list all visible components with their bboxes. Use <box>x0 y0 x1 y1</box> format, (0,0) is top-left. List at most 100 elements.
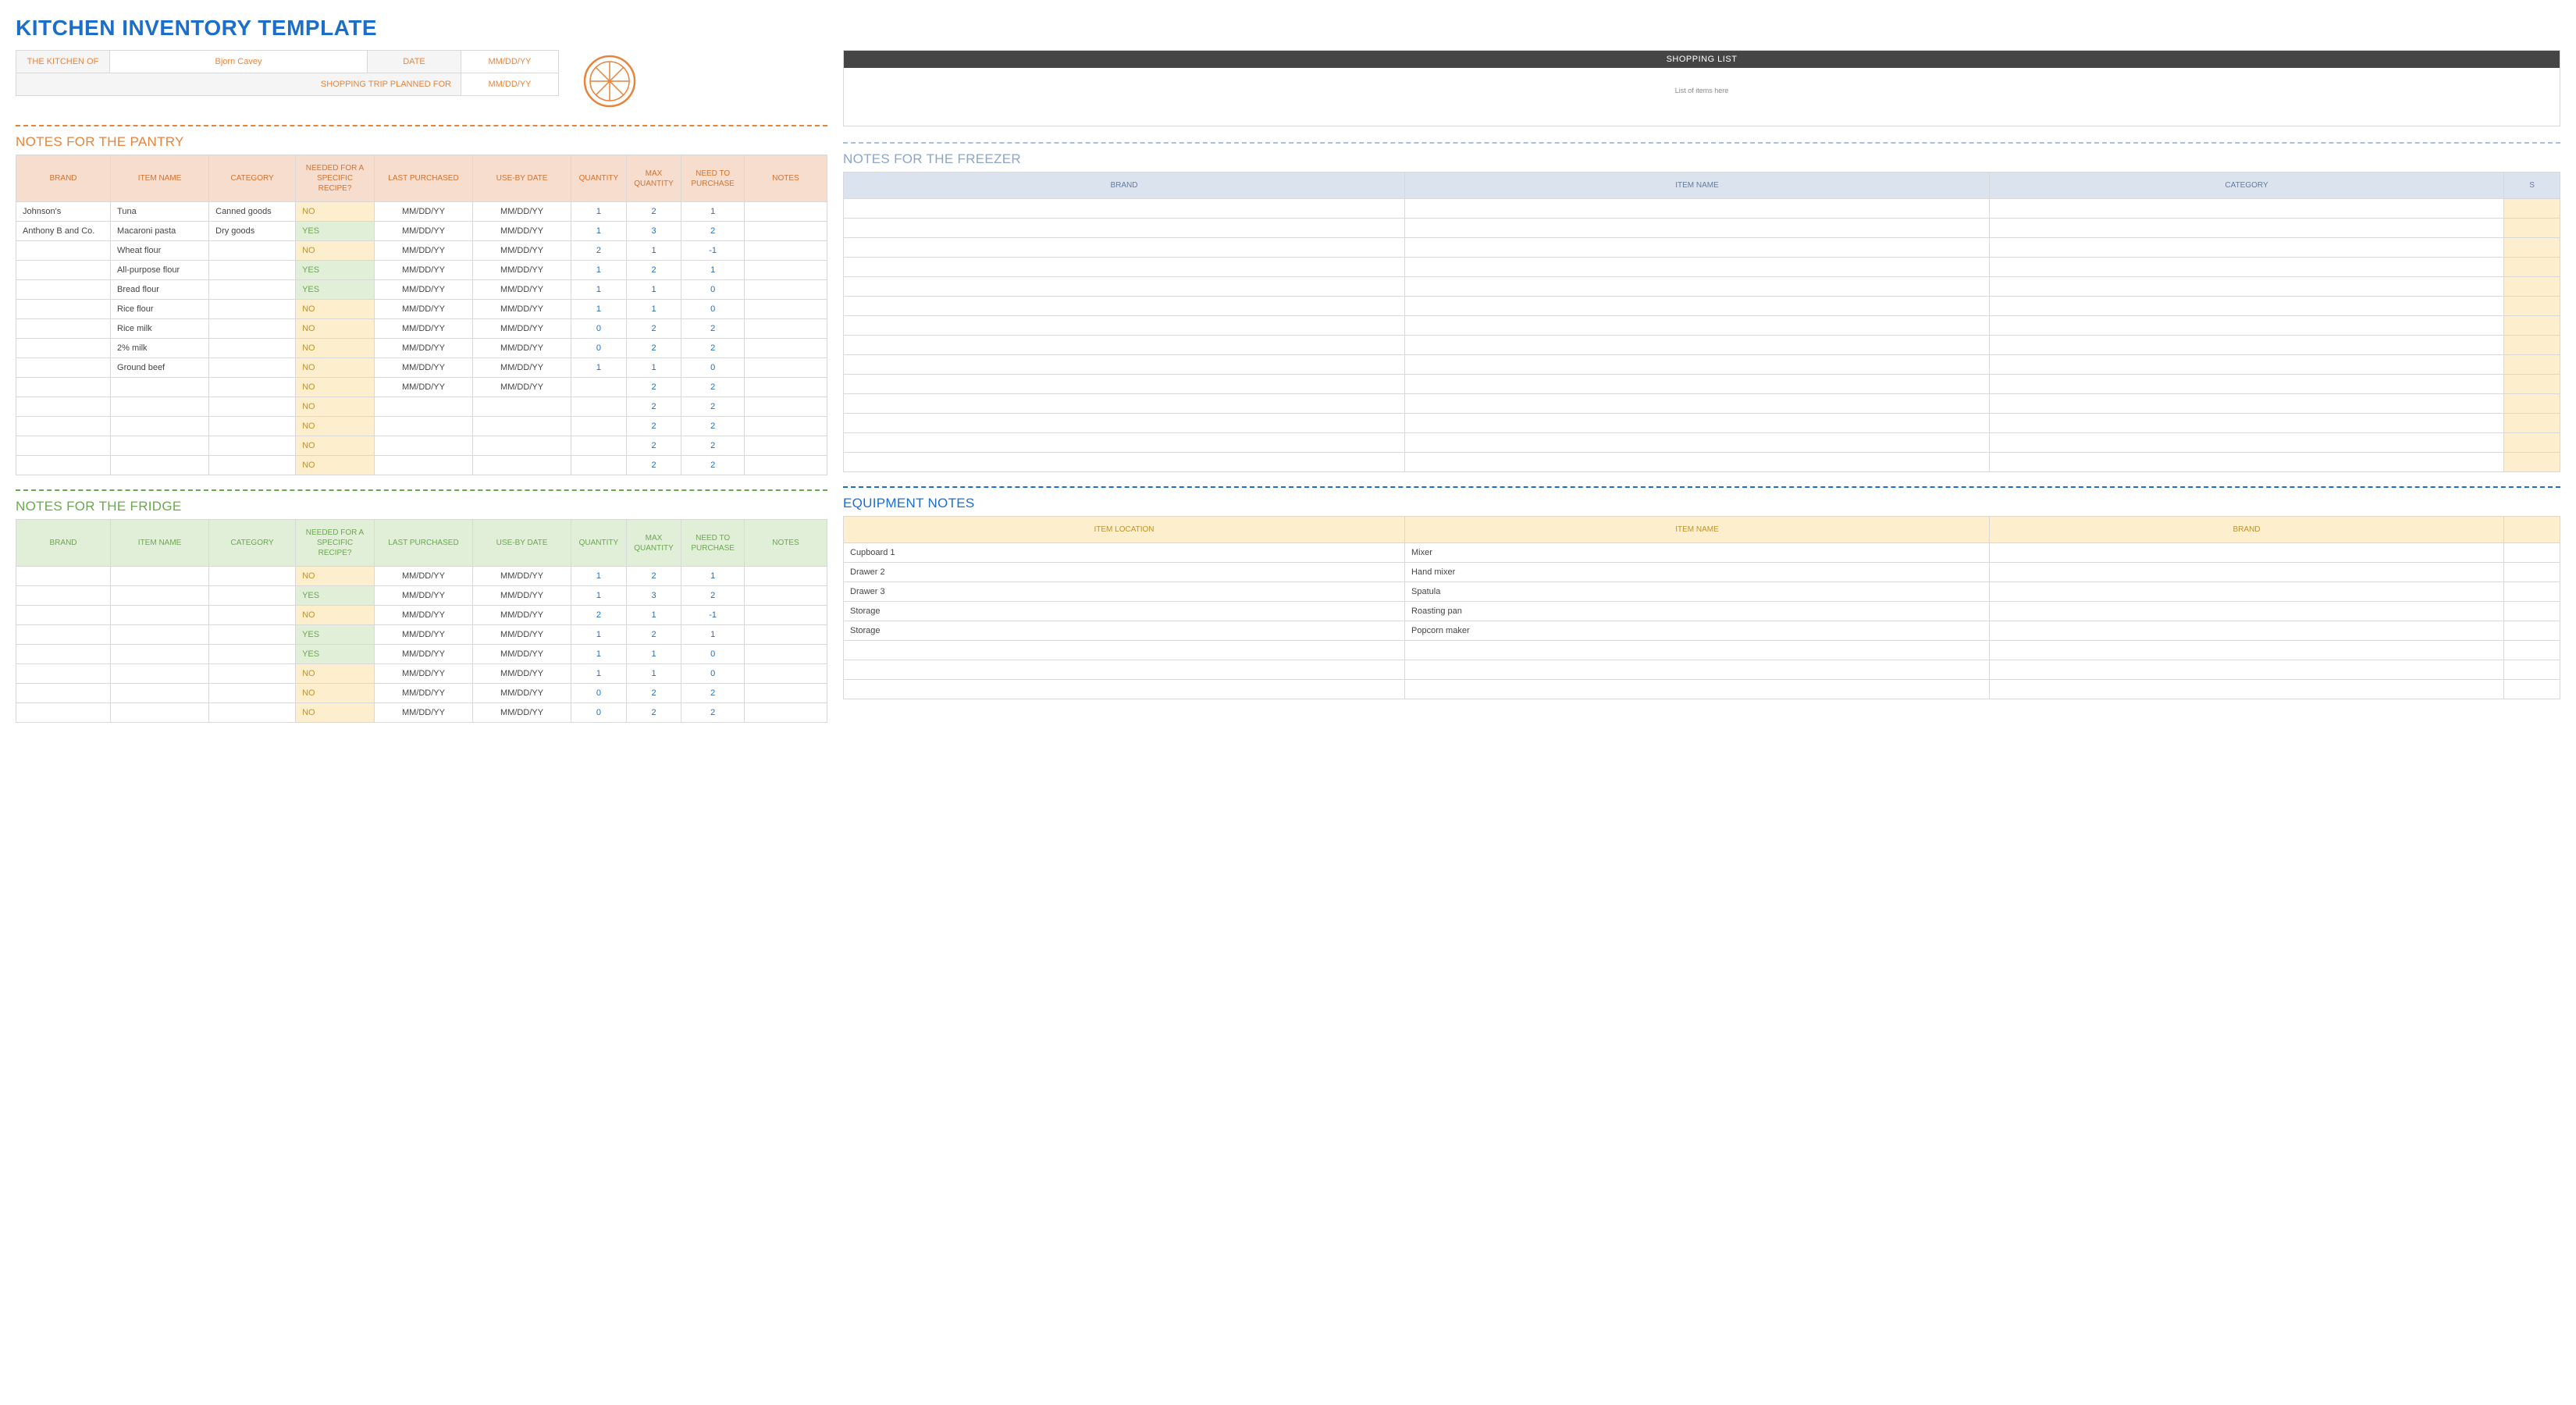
cell-item[interactable]: Mixer <box>1405 543 1990 563</box>
cell-qty[interactable]: 1 <box>571 280 627 300</box>
cell-notes[interactable] <box>745 684 827 703</box>
cell-useby[interactable]: MM/DD/YY <box>473 300 571 319</box>
cell-location[interactable]: Cupboard 1 <box>844 543 1405 563</box>
cell-needed[interactable]: YES <box>296 586 375 606</box>
cell-last[interactable]: MM/DD/YY <box>374 645 472 664</box>
cell-item[interactable] <box>111 417 209 436</box>
cell-brand[interactable] <box>16 378 111 397</box>
cell-category[interactable] <box>209 664 296 684</box>
cell[interactable] <box>1405 219 1990 238</box>
cell-item[interactable] <box>111 586 209 606</box>
cell-brand[interactable] <box>16 397 111 417</box>
cell-item[interactable] <box>1405 680 1990 699</box>
cell-ntp[interactable]: 2 <box>681 339 745 358</box>
cell-useby[interactable]: MM/DD/YY <box>473 703 571 723</box>
cell[interactable] <box>1405 433 1990 453</box>
cell[interactable] <box>1405 394 1990 414</box>
cell-qty[interactable]: 1 <box>571 222 627 241</box>
cell-brand[interactable] <box>16 261 111 280</box>
cell[interactable] <box>1989 336 2503 355</box>
cell[interactable] <box>2504 660 2560 680</box>
cell-needed[interactable]: NO <box>296 436 375 456</box>
cell-ntp[interactable]: 2 <box>681 222 745 241</box>
cell-ntp[interactable]: 1 <box>681 261 745 280</box>
cell-needed[interactable]: NO <box>296 567 375 586</box>
cell[interactable] <box>1405 336 1990 355</box>
table-row[interactable]: Rice milkNOMM/DD/YYMM/DD/YY022 <box>16 319 827 339</box>
table-row[interactable] <box>844 297 2560 316</box>
cell-ntp[interactable]: 1 <box>681 202 745 222</box>
cell-max[interactable]: 1 <box>626 358 681 378</box>
cell-last[interactable]: MM/DD/YY <box>374 703 472 723</box>
cell-max[interactable]: 1 <box>626 664 681 684</box>
cell-ntp[interactable]: 2 <box>681 417 745 436</box>
cell-last[interactable]: MM/DD/YY <box>374 586 472 606</box>
table-row[interactable]: Drawer 2Hand mixer <box>844 563 2560 582</box>
cell[interactable] <box>1405 414 1990 433</box>
cell-category[interactable] <box>209 358 296 378</box>
table-row[interactable] <box>844 355 2560 375</box>
cell-item[interactable] <box>111 684 209 703</box>
cell-max[interactable]: 2 <box>626 319 681 339</box>
cell-brand[interactable] <box>16 645 111 664</box>
cell-last[interactable]: MM/DD/YY <box>374 625 472 645</box>
cell-qty[interactable] <box>571 417 627 436</box>
cell-brand[interactable] <box>1989 641 2503 660</box>
cell-max[interactable]: 1 <box>626 606 681 625</box>
cell-category[interactable] <box>209 261 296 280</box>
cell-needed[interactable]: NO <box>296 202 375 222</box>
cell-category[interactable] <box>209 606 296 625</box>
cell[interactable] <box>1989 394 2503 414</box>
cell-max[interactable]: 3 <box>626 222 681 241</box>
cell-brand[interactable] <box>1989 602 2503 621</box>
cell-ntp[interactable]: -1 <box>681 241 745 261</box>
cell-brand[interactable] <box>16 436 111 456</box>
cell-needed[interactable]: NO <box>296 358 375 378</box>
cell-needed[interactable]: NO <box>296 300 375 319</box>
cell-ntp[interactable]: -1 <box>681 606 745 625</box>
table-row[interactable]: NOMM/DD/YYMM/DD/YY21-1 <box>16 606 827 625</box>
cell-item[interactable] <box>111 645 209 664</box>
cell[interactable] <box>844 297 1405 316</box>
cell-needed[interactable]: NO <box>296 606 375 625</box>
cell-qty[interactable]: 0 <box>571 319 627 339</box>
cell-useby[interactable] <box>473 436 571 456</box>
table-row[interactable]: All-purpose flourYESMM/DD/YYMM/DD/YY121 <box>16 261 827 280</box>
cell-notes[interactable] <box>745 222 827 241</box>
cell[interactable] <box>1405 453 1990 472</box>
table-row[interactable]: NO22 <box>16 397 827 417</box>
cell-category[interactable] <box>209 703 296 723</box>
cell-ntp[interactable]: 1 <box>681 567 745 586</box>
cell-qty[interactable]: 2 <box>571 606 627 625</box>
cell[interactable] <box>1405 258 1990 277</box>
cell-qty[interactable]: 0 <box>571 339 627 358</box>
cell-notes[interactable] <box>745 202 827 222</box>
cell-last[interactable]: MM/DD/YY <box>374 664 472 684</box>
cell-qty[interactable] <box>571 378 627 397</box>
cell-brand[interactable]: Anthony B and Co. <box>16 222 111 241</box>
cell-useby[interactable] <box>473 417 571 436</box>
cell-notes[interactable] <box>745 625 827 645</box>
cell[interactable] <box>844 219 1405 238</box>
cell-brand[interactable] <box>16 567 111 586</box>
cell-brand[interactable] <box>16 417 111 436</box>
cell-item[interactable]: Spatula <box>1405 582 1990 602</box>
cell[interactable] <box>844 277 1405 297</box>
cell-qty[interactable]: 1 <box>571 261 627 280</box>
cell-useby[interactable]: MM/DD/YY <box>473 222 571 241</box>
cell-item[interactable] <box>1405 660 1990 680</box>
cell[interactable] <box>844 258 1405 277</box>
table-row[interactable] <box>844 199 2560 219</box>
table-row[interactable]: StoragePopcorn maker <box>844 621 2560 641</box>
cell[interactable] <box>844 453 1405 472</box>
cell-last[interactable]: MM/DD/YY <box>374 339 472 358</box>
cell[interactable] <box>1989 219 2503 238</box>
cell-needed[interactable]: YES <box>296 222 375 241</box>
cell-location[interactable] <box>844 660 1405 680</box>
cell-category[interactable] <box>209 625 296 645</box>
table-row[interactable]: 2% milkNOMM/DD/YYMM/DD/YY022 <box>16 339 827 358</box>
cell-location[interactable] <box>844 680 1405 699</box>
cell[interactable] <box>2504 641 2560 660</box>
cell-item[interactable]: Popcorn maker <box>1405 621 1990 641</box>
cell-category[interactable] <box>209 378 296 397</box>
